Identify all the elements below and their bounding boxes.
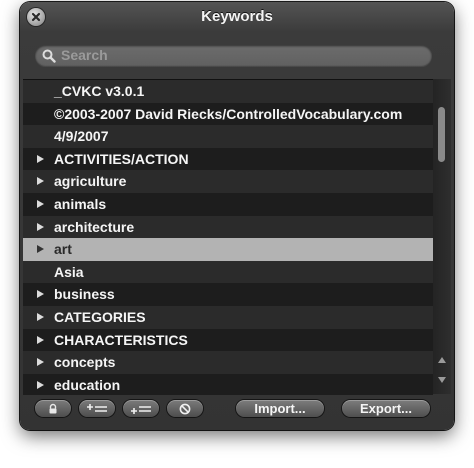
window-title: Keywords <box>201 8 273 25</box>
keyword-label: _CVKC v3.0.1 <box>54 83 145 99</box>
search-field[interactable] <box>35 45 432 66</box>
remove-keyword-icon <box>179 403 191 414</box>
keyword-row[interactable]: concepts <box>23 351 433 374</box>
keyword-row[interactable]: agriculture <box>23 170 433 193</box>
keyword-label: ACTIVITIES/ACTION <box>54 150 189 167</box>
disclosure-triangle-icon[interactable] <box>37 222 44 231</box>
export-button[interactable]: Export... <box>342 400 430 417</box>
keyword-row[interactable]: business <box>23 283 433 306</box>
keyword-label: art <box>54 241 72 258</box>
keyword-row[interactable]: _CVKC v3.0.1 <box>23 80 433 103</box>
scroll-down-arrow-icon[interactable] <box>438 377 446 383</box>
keyword-label: ©2003-2007 David Riecks/ControlledVocabu… <box>54 105 403 122</box>
keyword-label: business <box>54 286 115 303</box>
disclosure-triangle-icon[interactable] <box>37 199 44 208</box>
disclosure-triangle-icon[interactable] <box>37 245 44 254</box>
keyword-label: CHARACTERISTICS <box>54 331 188 348</box>
scrollbar-thumb[interactable] <box>438 107 445 162</box>
disclosure-triangle-icon[interactable] <box>37 312 44 321</box>
keyword-list[interactable]: _CVKC v3.0.1 ©2003-2007 David Riecks/Cont… <box>23 79 433 395</box>
keyword-row[interactable]: architecture <box>23 215 433 239</box>
keyword-label: education <box>54 376 121 393</box>
keyword-row[interactable]: ACTIVITIES/ACTION <box>23 147 433 171</box>
disclosure-triangle-icon[interactable] <box>37 358 44 367</box>
keyword-row[interactable]: CATEGORIES <box>23 305 433 329</box>
add-child-keyword-button[interactable] <box>79 400 115 417</box>
keyword-label: CATEGORIES <box>54 308 146 325</box>
keyword-label: Asia <box>54 263 84 280</box>
titlebar[interactable]: Keywords <box>20 2 454 32</box>
disclosure-triangle-icon[interactable] <box>37 335 44 344</box>
lock-button[interactable] <box>35 400 71 417</box>
lock-icon <box>49 403 57 413</box>
disclosure-triangle-icon[interactable] <box>37 290 44 299</box>
keyword-label: 4/9/2007 <box>54 128 109 145</box>
scroll-up-arrow-icon[interactable] <box>438 357 446 363</box>
disclosure-triangle-icon[interactable] <box>37 154 44 163</box>
keyword-row[interactable]: education <box>23 373 433 395</box>
keyword-row[interactable]: art <box>23 238 433 261</box>
keyword-label: concepts <box>54 354 116 371</box>
keyword-row[interactable]: CHARACTERISTICS <box>23 328 433 352</box>
search-icon <box>42 49 56 63</box>
disclosure-triangle-icon[interactable] <box>37 177 44 186</box>
keyword-label: agriculture <box>54 173 127 190</box>
keyword-row[interactable]: ©2003-2007 David Riecks/ControlledVocabu… <box>23 102 433 126</box>
keywords-panel: Keywords _CVKC v3.0.1 ©2003-2007 David Ri… <box>20 2 454 430</box>
keyword-row[interactable]: 4/9/2007 <box>23 125 433 148</box>
add-keyword-button[interactable] <box>123 400 159 417</box>
remove-keyword-button[interactable] <box>167 400 203 417</box>
keyword-row[interactable]: animals <box>23 192 433 216</box>
keyword-label: animals <box>54 195 107 212</box>
import-button[interactable]: Import... <box>236 400 324 417</box>
keyword-label: architecture <box>54 218 135 235</box>
disclosure-triangle-icon[interactable] <box>37 380 44 389</box>
search-input[interactable] <box>61 46 421 64</box>
add-keyword-icon <box>131 405 151 414</box>
add-child-keyword-icon <box>87 403 107 412</box>
vertical-scrollbar[interactable] <box>433 79 451 394</box>
keyword-row[interactable]: Asia <box>23 260 433 284</box>
